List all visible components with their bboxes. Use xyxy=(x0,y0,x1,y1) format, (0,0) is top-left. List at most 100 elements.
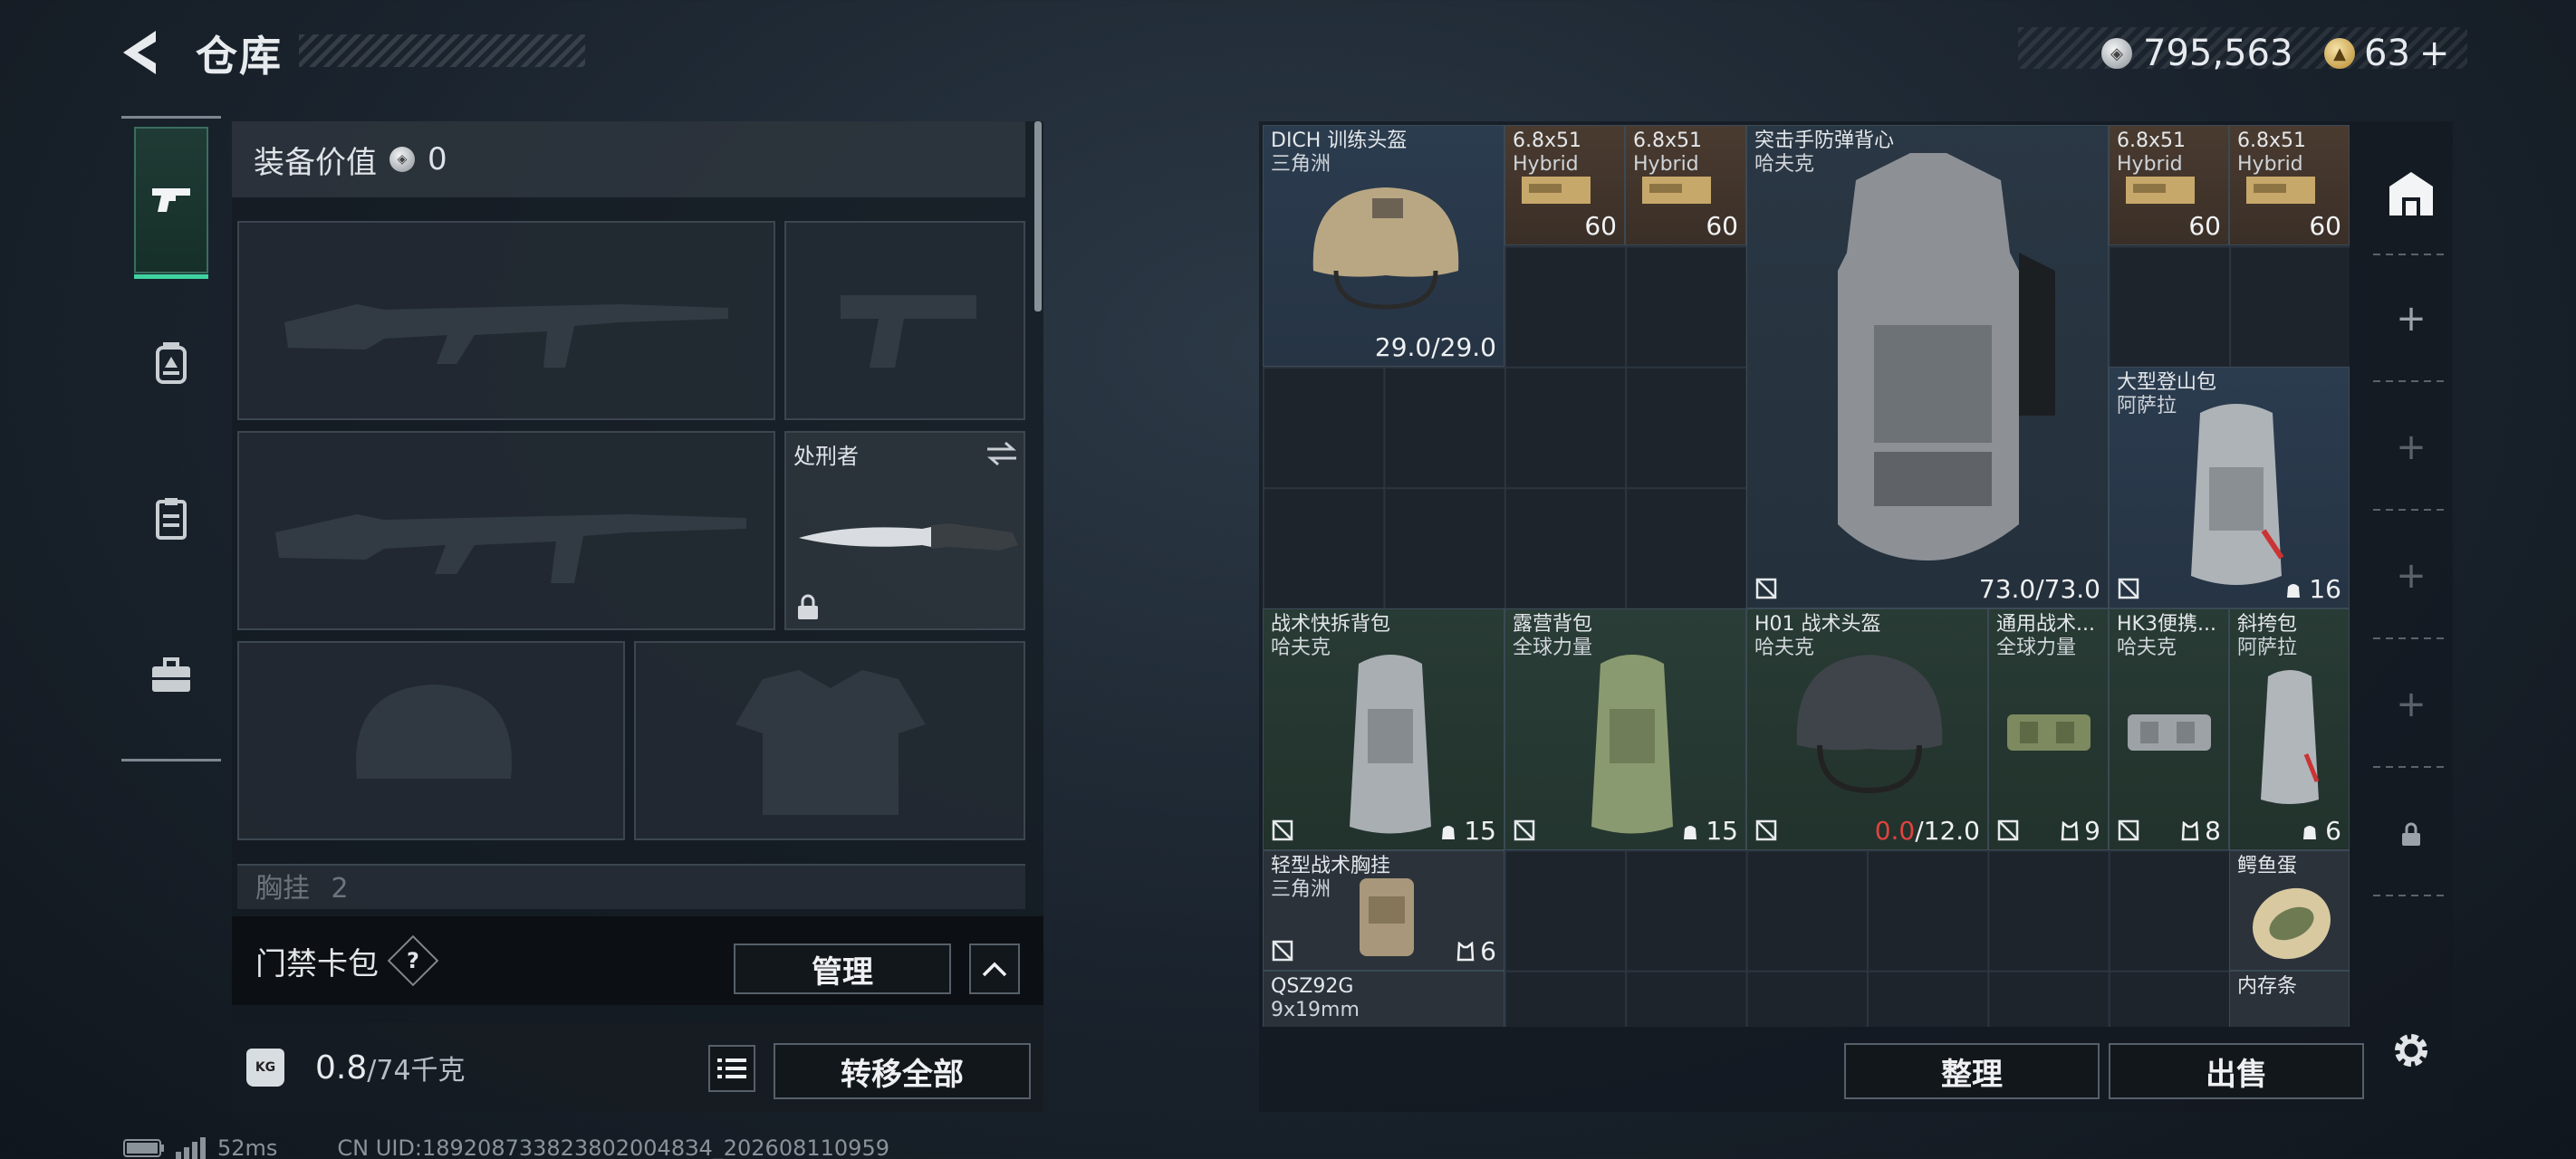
item-capacity: 16 xyxy=(2283,574,2341,604)
helmet-slot[interactable] xyxy=(237,641,625,840)
nav-item-clipboard[interactable] xyxy=(145,493,197,545)
transfer-all-button[interactable]: 转移全部 xyxy=(774,1043,1031,1099)
help-icon[interactable]: ? xyxy=(387,934,439,987)
add-gold-icon[interactable]: + xyxy=(2419,33,2450,74)
item-h01-helmet[interactable]: H01 战术头盔 哈夫克 0.0/12.0 xyxy=(1746,608,1988,850)
access-card-label: 门禁卡包 xyxy=(255,945,379,982)
item-ammo[interactable]: 6.8x51 Hybrid 60 xyxy=(1625,125,1746,245)
item-sling-bag[interactable]: 斜挎包 阿萨拉 6 xyxy=(2229,608,2350,850)
medkit-icon xyxy=(156,342,187,384)
plus-icon: + xyxy=(2396,555,2427,597)
chest-rig-count: 2 xyxy=(331,873,349,905)
add-warehouse-tab-button[interactable]: + xyxy=(2373,281,2449,357)
add-warehouse-tab-button[interactable]: + xyxy=(2373,538,2449,614)
item-pistol[interactable]: QSZ92G 9x19mm xyxy=(1263,971,1504,1027)
uid-text: CN UID:1892087338238020048З4_20260811095… xyxy=(337,1135,889,1159)
no-insure-icon xyxy=(2118,578,2139,599)
locked-warehouse-tab[interactable] xyxy=(2373,797,2449,873)
signal-icon xyxy=(176,1137,206,1159)
item-tactical-backpack[interactable]: 战术快拆背包 哈夫克 15 xyxy=(1263,608,1504,850)
vest-small-icon xyxy=(2061,820,2079,840)
add-warehouse-tab-button[interactable]: + xyxy=(2373,666,2449,742)
backpack-icon xyxy=(2191,404,2284,585)
item-camping-backpack[interactable]: 露营背包 全球力量 15 xyxy=(1504,608,1746,850)
item-assault-vest[interactable]: 突击手防弹背心 哈夫克 73.0/73.0 xyxy=(1746,125,2109,608)
no-insure-icon xyxy=(2118,819,2139,841)
item-hk3-rig[interactable]: HK3便携... 哈夫克 8 xyxy=(2109,608,2229,850)
item-crocodile-egg[interactable]: 鳄鱼蛋 xyxy=(2229,850,2350,971)
nav-item-toolbox[interactable] xyxy=(145,650,197,703)
secondary-weapon-slot[interactable] xyxy=(237,431,775,630)
item-universal-rig[interactable]: 通用战术... 全球力量 9 xyxy=(1988,608,2109,850)
rig-icon xyxy=(1360,878,1414,956)
settings-button[interactable] xyxy=(2373,1012,2449,1088)
equipment-value-header: 装备价值 ◈ 0 xyxy=(232,121,1025,197)
knife-icon xyxy=(799,523,1018,551)
side-divider xyxy=(2373,254,2449,255)
item-ammo[interactable]: 6.8x51 Hybrid 60 xyxy=(1504,125,1625,245)
side-divider xyxy=(2373,637,2449,639)
expand-button[interactable] xyxy=(969,943,1020,994)
battery-icon xyxy=(123,1139,164,1157)
manage-button[interactable]: 管理 xyxy=(734,943,951,994)
item-capacity: 6 xyxy=(1456,936,1496,966)
rig-icon xyxy=(2007,714,2091,751)
backpack-icon xyxy=(1350,655,1431,834)
melee-slot[interactable]: 处刑者 xyxy=(784,431,1025,630)
backpack-icon xyxy=(2261,670,2320,804)
chevron-up-icon xyxy=(982,962,1007,977)
item-light-rig[interactable]: 轻型战术胸挂 三角洲 6 xyxy=(1263,850,1504,971)
chest-rig-slot[interactable]: 胸挂 2 xyxy=(237,864,1025,909)
warehouse-tab-main[interactable] xyxy=(2373,156,2449,232)
title-decoration xyxy=(299,34,585,67)
weight-max: /74千克 xyxy=(367,1055,466,1087)
silver-value: 795,563 xyxy=(2143,33,2293,74)
item-ammo[interactable]: 6.8x51 Hybrid 60 xyxy=(2109,125,2229,245)
warehouse-icon xyxy=(2389,172,2433,216)
no-insure-icon xyxy=(1997,819,2019,841)
status-bar: 52ms CN UID:1892087338238020048З4_202608… xyxy=(123,1135,889,1159)
helmet-silhouette-icon xyxy=(356,685,512,779)
chest-rig-label: 胸挂 xyxy=(255,873,310,905)
back-button[interactable] xyxy=(116,25,170,80)
list-view-button[interactable] xyxy=(708,1045,755,1092)
equipment-value: 0 xyxy=(428,141,447,177)
bag-icon xyxy=(2287,583,2301,598)
weight-current: 0.8 xyxy=(315,1049,368,1087)
ping-value: 52ms xyxy=(217,1135,278,1159)
gold-currency[interactable]: ▲ 63 + xyxy=(2324,33,2449,74)
side-divider xyxy=(2373,380,2449,382)
silver-coin-icon: ◈ xyxy=(389,147,415,172)
nav-item-medical[interactable] xyxy=(145,337,197,389)
rig-icon xyxy=(2128,714,2211,751)
item-memory-stick[interactable]: 内存条 xyxy=(2229,971,2350,1027)
item-durability: 29.0/29.0 xyxy=(1374,332,1496,362)
item-capacity: 9 xyxy=(2061,816,2100,846)
primary-weapon-slot[interactable] xyxy=(237,221,775,420)
bag-icon xyxy=(2303,825,2317,839)
sort-button[interactable]: 整理 xyxy=(1844,1043,2100,1099)
no-insure-icon xyxy=(1272,819,1293,841)
equipment-scrollbar[interactable] xyxy=(1034,121,1042,311)
side-divider xyxy=(2373,509,2449,511)
bag-icon xyxy=(1442,825,1456,839)
page-title: 仓库 xyxy=(196,32,283,81)
swap-icon[interactable] xyxy=(984,440,1020,467)
clipboard-icon xyxy=(156,498,187,540)
nav-item-weapons[interactable] xyxy=(134,127,208,279)
item-dich-helmet[interactable]: DICH 训练头盔 三角洲 29.0/29.0 xyxy=(1263,125,1504,367)
no-insure-icon xyxy=(1514,819,1535,841)
pistol-slot[interactable] xyxy=(784,221,1025,420)
add-warehouse-tab-button[interactable]: + xyxy=(2373,409,2449,485)
item-capacity: 8 xyxy=(2181,816,2221,846)
item-capacity: 15 xyxy=(1680,816,1738,846)
silver-currency: ◈ 795,563 xyxy=(2101,33,2292,74)
sell-button[interactable]: 出售 xyxy=(2109,1043,2364,1099)
melee-label: 处刑者 xyxy=(793,444,859,469)
item-ammo[interactable]: 6.8x51 Hybrid 60 xyxy=(2229,125,2350,245)
warehouse-grid: DICH 训练头盔 三角洲 29.0/29.0 6.8x51 Hybrid 60… xyxy=(1263,125,2350,1027)
ammo-box-icon xyxy=(1642,177,1711,204)
armor-slot[interactable] xyxy=(634,641,1025,840)
silver-coin-icon: ◈ xyxy=(2101,38,2132,69)
item-large-backpack[interactable]: 大型登山包 阿萨拉 16 xyxy=(2109,367,2350,608)
